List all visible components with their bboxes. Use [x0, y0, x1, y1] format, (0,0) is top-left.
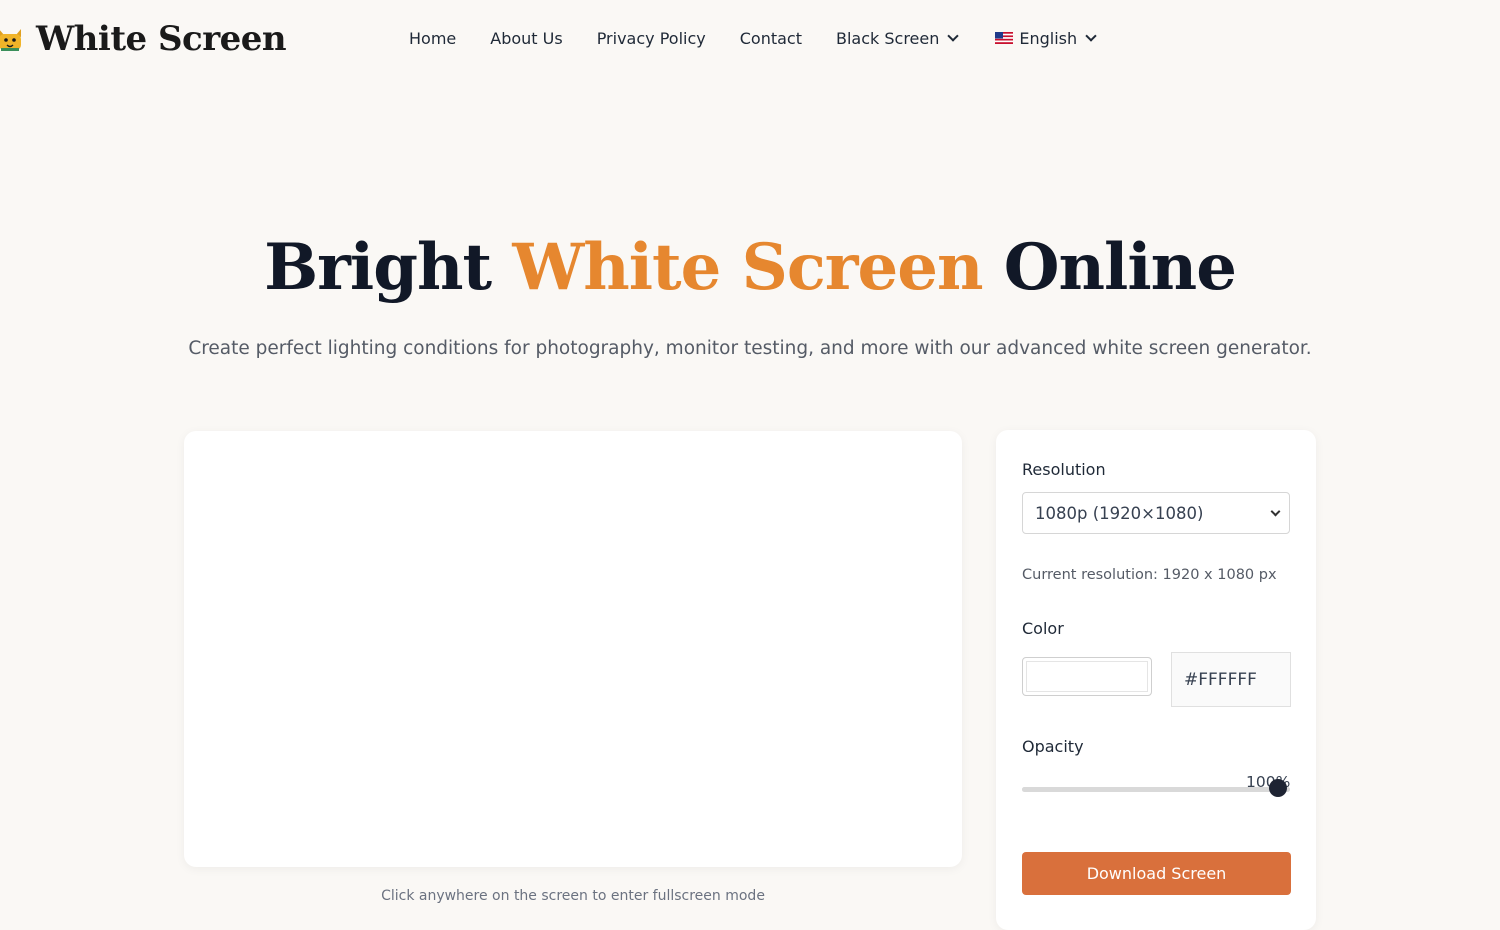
screen-preview[interactable] [184, 431, 962, 867]
logo[interactable]: White Screen [0, 14, 287, 64]
resolution-label: Resolution [1022, 460, 1106, 479]
us-flag-icon [995, 32, 1014, 44]
color-label: Color [1022, 619, 1064, 638]
nav-about-us[interactable]: About Us [490, 29, 562, 48]
opacity-slider-fill [1022, 787, 1290, 792]
color-hex-input[interactable]: #FFFFFF [1171, 652, 1291, 707]
color-picker[interactable] [1022, 657, 1152, 696]
title-part-2: Online [982, 230, 1237, 305]
language-dropdown[interactable]: English [995, 28, 1097, 48]
resolution-select[interactable]: 1080p (1920×1080) [1022, 492, 1290, 534]
fullscreen-hint: Click anywhere on the screen to enter fu… [381, 888, 765, 904]
nav-black-screen-label: Black Screen [835, 28, 940, 48]
nav-black-screen-dropdown[interactable]: Black Screen [835, 28, 960, 48]
title-part-1: Bright [264, 230, 513, 305]
current-resolution-note: Current resolution: 1920 x 1080 px [1022, 567, 1277, 583]
settings-panel: Resolution 1080p (1920×1080) Current res… [996, 430, 1316, 930]
page-title: Bright White Screen Online [0, 230, 1500, 305]
chevron-down-icon [1270, 506, 1281, 517]
nav-contact[interactable]: Contact [740, 29, 802, 48]
color-hex-value: #FFFFFF [1184, 669, 1257, 690]
download-screen-button[interactable]: Download Screen [1022, 852, 1291, 895]
language-label: English [1019, 28, 1078, 48]
nav-privacy-policy[interactable]: Privacy Policy [597, 29, 706, 48]
opacity-slider-handle[interactable] [1269, 779, 1287, 797]
nav-home[interactable]: Home [409, 29, 456, 48]
chevron-down-icon [947, 30, 960, 42]
title-accent: White Screen [512, 230, 983, 305]
chevron-down-icon [1085, 30, 1097, 42]
main-nav: Home About Us Privacy Policy Contact Bla… [409, 26, 1129, 50]
page-subtitle: Create perfect lighting conditions for p… [188, 338, 1312, 359]
opacity-slider-track[interactable] [1022, 787, 1290, 792]
resolution-selected: 1080p (1920×1080) [1035, 503, 1204, 523]
cat-icon [0, 29, 21, 51]
opacity-label: Opacity [1022, 737, 1084, 756]
logo-text: White Screen [36, 19, 287, 59]
